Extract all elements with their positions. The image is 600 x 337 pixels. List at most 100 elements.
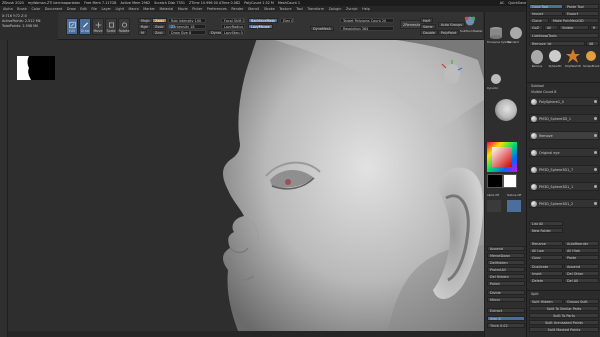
color-picker[interactable] xyxy=(487,142,517,172)
duplicate-button[interactable]: Duplicate xyxy=(529,264,563,269)
make-polymesh-button[interactable]: Make PolyMesh3D xyxy=(550,18,599,23)
r-button[interactable]: R xyxy=(590,25,599,30)
navigator-thumbnail[interactable] xyxy=(17,56,55,80)
tool-thumb-simplebrush[interactable]: SimpleBrush xyxy=(583,48,599,78)
eye-icon[interactable] xyxy=(594,134,597,137)
all-low-button[interactable]: All Low xyxy=(529,248,563,253)
del-all-button[interactable]: Del All xyxy=(564,278,599,283)
paste-tool-button[interactable]: Paste Tool xyxy=(564,4,599,9)
m-button[interactable]: M xyxy=(138,30,147,35)
eye-icon[interactable] xyxy=(594,185,597,188)
half-button[interactable]: Half xyxy=(420,18,433,23)
scale-button[interactable]: Scale xyxy=(105,18,117,35)
split-parts-button[interactable]: Split To Parts xyxy=(529,313,599,318)
groups-split-button[interactable]: Groups Split xyxy=(564,299,599,304)
menu-draw[interactable]: Draw xyxy=(67,7,76,11)
mergedown-button[interactable]: MergeDown xyxy=(487,253,525,258)
mirror-button[interactable]: Mirror xyxy=(487,297,525,302)
copy-tool-button[interactable]: Copy Tool xyxy=(529,4,563,9)
new-folder-button[interactable]: New Folder xyxy=(529,228,563,233)
list-all-button[interactable]: List All xyxy=(529,221,563,226)
menu-edit[interactable]: Edit xyxy=(80,7,87,11)
eye-icon[interactable] xyxy=(594,117,597,120)
menu-brush[interactable]: Brush xyxy=(17,7,27,11)
menu-light[interactable]: Light xyxy=(115,7,123,11)
projectall-button[interactable]: ProjectAll xyxy=(487,267,525,272)
menu-stroke[interactable]: Stroke xyxy=(264,7,275,11)
menu-help[interactable]: Help xyxy=(362,7,370,11)
export-button[interactable]: Export xyxy=(564,11,599,16)
rgb-intensity-slider[interactable]: Rgb Intensity 100 xyxy=(168,18,206,23)
polypaint-button[interactable]: PolyPaint xyxy=(438,30,460,35)
menu-marker[interactable]: Marker xyxy=(143,7,155,11)
all-high-button[interactable]: All High xyxy=(564,248,599,253)
delhidden-button[interactable]: DelHidden xyxy=(487,260,525,265)
main-color-swatch[interactable] xyxy=(487,174,503,188)
elev-slider[interactable]: Elev 0 xyxy=(280,18,294,23)
append-button[interactable]: Append xyxy=(487,246,525,251)
tool-thumb-sphere3d[interactable]: Sphere3D xyxy=(547,48,563,78)
split-hidden-button[interactable]: Split Hidden xyxy=(529,299,563,304)
menu-document[interactable]: Document xyxy=(45,7,63,11)
zcut-button[interactable]: Zcut xyxy=(152,30,166,35)
subtool-row[interactable]: PolySphere1_0 xyxy=(529,97,599,106)
menu-tool[interactable]: Tool xyxy=(296,7,303,11)
subtool-row[interactable]: PM3D_Sphere3D1_1 xyxy=(529,182,599,191)
double-button[interactable]: Double xyxy=(420,30,439,35)
backface-mask-button[interactable]: BackfaceMask xyxy=(248,18,279,23)
del-hidden-button[interactable]: Del Hidden xyxy=(487,274,525,279)
all-button[interactable]: All xyxy=(544,25,558,30)
z-intensity-slider[interactable]: Z Intensity 18 xyxy=(168,24,206,29)
rotate-button[interactable]: Rotate xyxy=(118,18,130,35)
import-button[interactable]: Import xyxy=(529,11,563,16)
resolution-slider[interactable]: Resolution 384 xyxy=(340,26,394,31)
thick-slider[interactable]: Thick 0.02 xyxy=(487,323,525,328)
subtool-row[interactable]: PM3D_Sphere3D1_7 xyxy=(529,165,599,174)
clone-button[interactable]: Clone xyxy=(529,18,549,23)
subtool-master-tile[interactable]: SubTool Master xyxy=(460,14,483,38)
subtool-row[interactable]: Original eye xyxy=(529,148,599,157)
focal-shift-slider[interactable]: Focal Shift 0 xyxy=(221,18,245,23)
menu-macro[interactable]: Macro xyxy=(128,7,138,11)
paste-button[interactable]: Paste xyxy=(564,255,599,260)
menu-material[interactable]: Material xyxy=(159,7,173,11)
transpose-cylinder-tile[interactable]: Transpose Cylinder xyxy=(487,26,512,46)
zadd-button[interactable]: Zadd xyxy=(152,18,167,23)
canvas-viewport[interactable] xyxy=(8,40,484,331)
zsub-button[interactable]: Zsub xyxy=(152,24,167,29)
ac-button[interactable]: AC xyxy=(500,1,505,5)
subtool-row[interactable]: PM3D_Sphere3D1_2 xyxy=(529,199,599,208)
move-button[interactable]: Move xyxy=(92,18,104,35)
quicksave-button[interactable]: QuickSave xyxy=(508,1,526,5)
menu-color[interactable]: Color xyxy=(31,7,40,11)
subtool-header[interactable]: Subtool xyxy=(531,84,544,88)
divide-button[interactable]: Divide xyxy=(487,290,525,295)
lazy-radius-slider[interactable]: LazyRadius 20 xyxy=(221,24,245,29)
standard-brush-tile[interactable]: Standard xyxy=(507,26,525,46)
menu-picker[interactable]: Picker xyxy=(192,7,202,11)
split-unmasked-button[interactable]: Split Unmasked Points xyxy=(529,320,599,325)
menu-layer[interactable]: Layer xyxy=(102,7,111,11)
tool-thumb-remove[interactable]: Remove xyxy=(529,48,545,78)
split-similar-button[interactable]: Split To Similar Parts xyxy=(529,306,599,311)
subtool-row[interactable]: PM3D_Sphere3D_1 xyxy=(529,114,599,123)
sym-x-button[interactable]: Sym X xyxy=(487,316,525,321)
eye-icon[interactable] xyxy=(594,100,597,103)
navigation-gizmo[interactable] xyxy=(440,60,464,88)
split-masked-button[interactable]: Split Masked Points xyxy=(529,327,599,332)
split-header[interactable]: Split xyxy=(531,292,539,296)
dynamic-tile[interactable]: Dynamic xyxy=(487,72,505,92)
del-other-button[interactable]: Del Other xyxy=(564,271,599,276)
tool-name-slider[interactable]: Remove_Ist xyxy=(529,41,585,46)
secondary-color-swatch[interactable] xyxy=(503,174,517,188)
lazy-mouse-button[interactable]: LazyMouse xyxy=(248,24,273,29)
copy-button[interactable]: Copy xyxy=(529,255,563,260)
menu-transform[interactable]: Transform xyxy=(307,7,324,11)
delete-button[interactable]: Delete xyxy=(529,278,563,283)
draw-size-slider[interactable]: Draw Size 8 xyxy=(168,30,206,35)
eye-icon[interactable] xyxy=(594,202,597,205)
insert-button[interactable]: Insert xyxy=(529,271,563,276)
dynamesh-button[interactable]: DynaMesh xyxy=(310,26,334,31)
autoreorder-button[interactable]: AutoReorder xyxy=(564,241,599,246)
draw-button[interactable]: Draw xyxy=(79,18,91,35)
